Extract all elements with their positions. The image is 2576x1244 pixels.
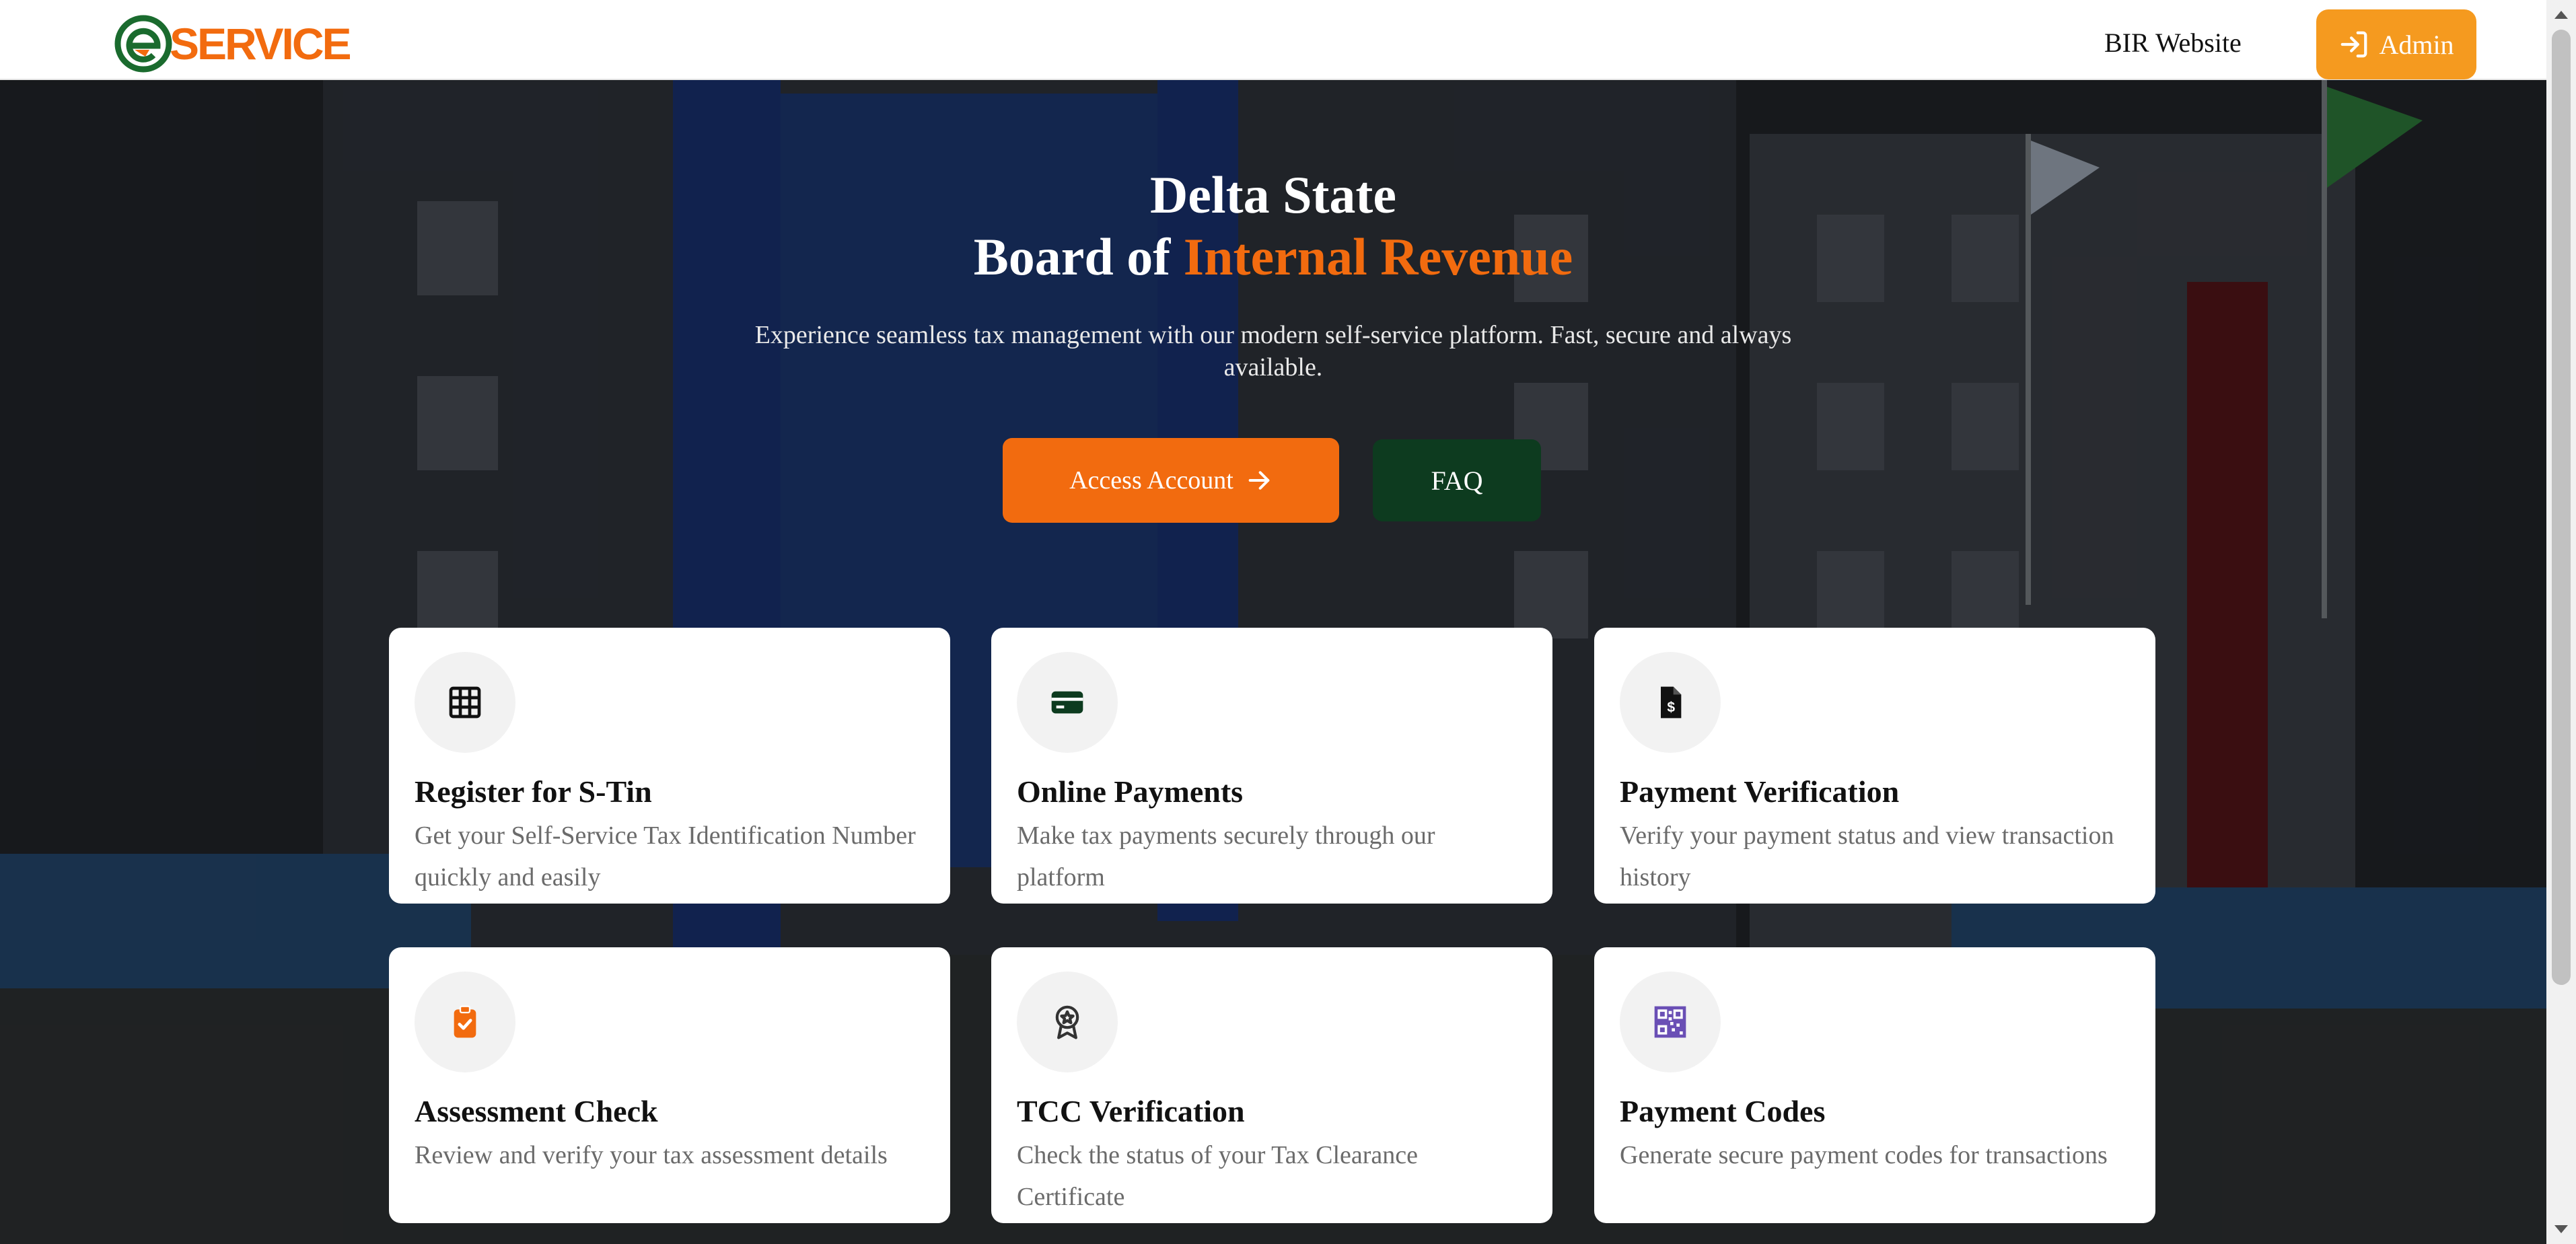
award-icon [1055, 1005, 1079, 1039]
file-dollar-icon: $ [1661, 686, 1682, 719]
scroll-down-arrow-icon[interactable] [2554, 1225, 2568, 1233]
service-card-register-stin[interactable]: Register for S-Tin Get your Self-Service… [389, 628, 950, 904]
svg-text:$: $ [1667, 700, 1675, 715]
logo-e-icon [114, 15, 172, 73]
scroll-thumb[interactable] [2552, 30, 2571, 985]
hero-title-accent: Internal Revenue [1183, 227, 1573, 286]
card-description: Make tax payments securely through our p… [1017, 821, 1435, 891]
card-description: Check the status of your Tax Clearance C… [1017, 1141, 1418, 1211]
card-description: Review and verify your tax assessment de… [415, 1141, 888, 1169]
service-card-online-payments[interactable]: Online Payments Make tax payments secure… [991, 628, 1552, 904]
card-title: TCC Verification [1017, 1094, 1245, 1128]
hero-title-line2: Board of Internal Revenue [0, 226, 2546, 288]
card-title: Online Payments [1017, 774, 1244, 809]
scroll-up-arrow-icon[interactable] [2554, 11, 2568, 19]
logo-text: SERVICE [170, 19, 352, 69]
card-description: Get your Self-Service Tax Identification… [415, 821, 916, 891]
admin-label: Admin [2379, 29, 2454, 60]
credit-card-icon [1051, 691, 1083, 714]
service-card-payment-codes[interactable]: Payment Codes Generate secure payment co… [1594, 947, 2155, 1223]
hero-title-line1: Delta State [1149, 166, 1397, 224]
service-card-assessment-check[interactable]: Assessment Check Review and verify your … [389, 947, 950, 1223]
service-card-tcc-verification[interactable]: TCC Verification Check the status of you… [991, 947, 1552, 1223]
access-account-button[interactable]: Access Account [1003, 438, 1339, 523]
access-account-label: Access Account [1069, 466, 1233, 495]
card-icon-wrap [415, 652, 515, 753]
arrow-right-icon [1248, 471, 1270, 490]
card-title: Payment Codes [1620, 1094, 1826, 1128]
card-icon-wrap [1017, 652, 1118, 753]
eservice-logo[interactable]: SERVICE [114, 13, 352, 74]
hero-title-prefix: Board of [973, 227, 1184, 286]
service-card-payment-verification[interactable]: $ Payment Verification Verify your payme… [1594, 628, 2155, 904]
card-title: Register for S-Tin [415, 774, 652, 809]
card-icon-wrap [1620, 972, 1721, 1072]
page-scrollbar[interactable] [2546, 0, 2576, 1244]
card-description: Generate secure payment codes for transa… [1620, 1141, 2108, 1169]
admin-login-button[interactable]: Admin [2316, 9, 2476, 79]
top-navbar: SERVICE BIR Website Admin [0, 0, 2546, 80]
card-title: Assessment Check [415, 1094, 658, 1128]
faq-button[interactable]: FAQ [1373, 439, 1541, 521]
grid-icon [449, 686, 481, 719]
card-icon-wrap [1017, 972, 1118, 1072]
card-icon-wrap [415, 972, 515, 1072]
clipboard-check-icon [454, 1005, 476, 1038]
login-icon [2341, 31, 2367, 58]
card-description: Verify your payment status and view tran… [1620, 821, 2114, 891]
card-icon-wrap: $ [1620, 652, 1721, 753]
hero-subtitle: Experience seamless tax management with … [754, 321, 1792, 381]
qr-code-icon [1654, 1006, 1686, 1038]
bir-website-link[interactable]: BIR Website [2104, 27, 2242, 59]
card-title: Payment Verification [1620, 774, 1900, 809]
